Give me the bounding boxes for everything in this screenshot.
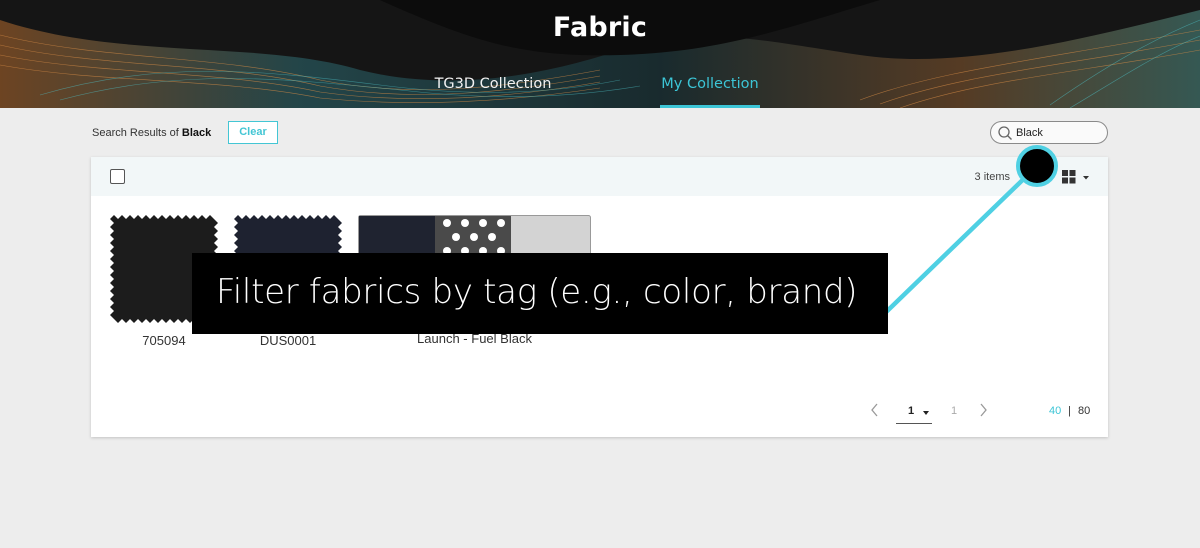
search-results-query: Black	[181, 127, 212, 139]
search-input[interactable]	[1016, 125, 1101, 141]
chevron-left-icon[interactable]	[870, 403, 880, 417]
results-toolbar: 3 items	[91, 157, 1108, 196]
grid-view-icon[interactable]	[1061, 168, 1095, 186]
search-icon	[998, 126, 1012, 140]
fabric-item-label: 705094	[142, 333, 186, 348]
fabric-item-label: DUS0001	[259, 333, 317, 348]
page-size-separator: |	[1068, 405, 1071, 417]
chevron-down-icon	[923, 411, 929, 415]
page-size-40[interactable]: 40	[1049, 405, 1061, 417]
tutorial-caption: Filter fabrics by tag (e.g., color, bran…	[192, 253, 888, 334]
app-title: Fabric	[552, 12, 648, 43]
clear-button[interactable]: Clear	[228, 121, 278, 144]
search-results-label: Search Results of Black	[92, 127, 211, 139]
page-size-80[interactable]: 80	[1078, 405, 1090, 417]
item-count: 3 items	[974, 171, 1010, 183]
tab-my-collection[interactable]: My Collection	[660, 76, 760, 108]
search-results-prefix: Search Results of	[92, 127, 179, 139]
callout-target-dot	[1016, 145, 1058, 187]
chevron-right-icon[interactable]	[978, 403, 988, 417]
page-select[interactable]: 1	[896, 404, 932, 424]
current-page: 1	[908, 405, 915, 417]
tab-tg3d-collection[interactable]: TG3D Collection	[428, 76, 558, 108]
search-field[interactable]	[990, 121, 1108, 144]
app-header: Fabric TG3D Collection My Collection	[0, 0, 1200, 108]
total-pages: 1	[951, 405, 958, 417]
select-all-checkbox[interactable]	[110, 169, 125, 184]
